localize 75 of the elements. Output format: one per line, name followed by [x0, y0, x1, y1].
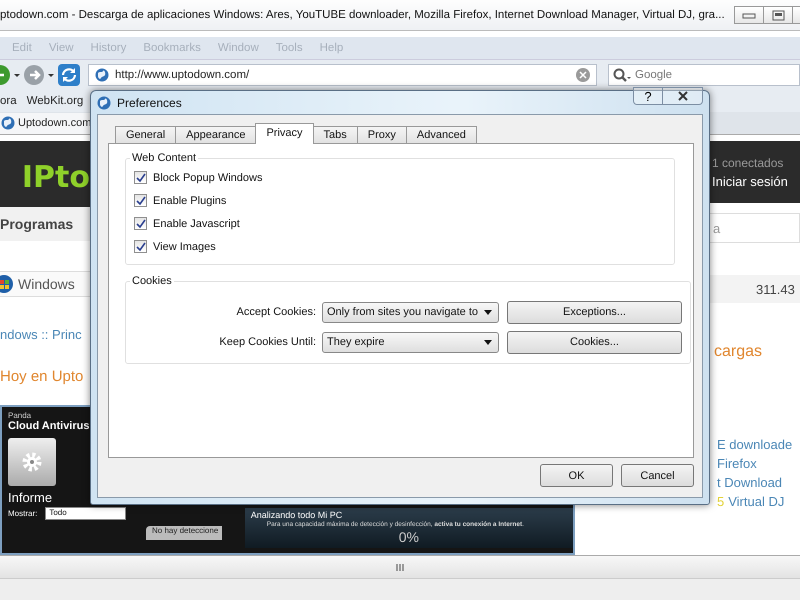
maximize-button[interactable] [763, 6, 793, 24]
section-title: Informe [8, 490, 54, 505]
download-link[interactable]: 5 Virtual DJ [717, 494, 784, 509]
minimize-button[interactable] [734, 6, 764, 24]
check-icon [136, 242, 146, 252]
button[interactable]: OK [540, 464, 613, 487]
online-count: 1 conectados [712, 156, 784, 170]
dropdown[interactable]: They expire [322, 332, 499, 352]
brand-label: Panda [8, 411, 32, 420]
clear-icon[interactable] [576, 68, 590, 82]
globe-icon [1, 116, 15, 130]
caret-icon[interactable] [14, 74, 20, 76]
dropdown[interactable]: Todo [45, 507, 126, 520]
caret-icon [484, 310, 492, 314]
product-name: Cloud Antivirus [8, 420, 90, 432]
site-logo: IPto [22, 160, 90, 195]
checkbox-label: Block Popup Windows [153, 172, 262, 184]
search-icon [613, 68, 631, 82]
scroll-bar[interactable] [0, 555, 800, 578]
tab[interactable]: Tabs [312, 126, 358, 143]
close-icon [676, 90, 688, 102]
tab[interactable]: Proxy [356, 126, 407, 143]
dialog-title: Preferences [117, 96, 183, 110]
dropdown[interactable]: Only from sites you navigate to [322, 302, 499, 322]
button[interactable]: Cancel [621, 464, 694, 487]
category-tab[interactable]: Windows [0, 271, 92, 297]
minimize-icon [742, 11, 756, 19]
window-title: ptodown.com - Descarga de aplicaciones Windows: Ares, YouTUBE downloader, Mozilla Firefox, Internet Download Manager, Virtual DJ, gra... [0, 9, 726, 21]
checkbox-label: Enable Plugins [153, 194, 226, 206]
bookmark-link[interactable]: WebKit.org [26, 95, 84, 107]
checkbox[interactable] [134, 240, 147, 253]
checkbox[interactable] [134, 217, 147, 230]
check-icon [136, 218, 146, 228]
field-label: Mostrar: [8, 509, 38, 518]
globe-icon [95, 68, 109, 82]
field-label: Accept Cookies: [236, 306, 317, 318]
checkbox-label: View Images [153, 240, 216, 252]
tab[interactable]: Advanced [406, 126, 477, 143]
button[interactable]: Exceptions... [507, 300, 682, 324]
help-button[interactable]: ? [633, 87, 663, 105]
nav-link[interactable]: Programas [0, 216, 74, 232]
globe-icon [97, 96, 111, 110]
check-icon [136, 196, 146, 206]
grip-icon[interactable] [396, 564, 404, 570]
breadcrumb-link[interactable]: ndows :: Princ [0, 327, 92, 342]
search-field[interactable]: Google [608, 64, 800, 86]
maximize-icon [772, 10, 784, 20]
download-link[interactable]: Firefox [717, 456, 757, 471]
group-title: Web Content [131, 152, 198, 164]
caret-icon[interactable] [48, 74, 54, 76]
count-label: 311.43 [708, 275, 800, 303]
group-title: Cookies [131, 275, 173, 287]
tab[interactable]: Privacy [255, 123, 314, 144]
address-field[interactable]: http://www.uptodown.com/ [88, 64, 597, 86]
caret-icon [484, 340, 492, 344]
field-label: Keep Cookies Until: [218, 336, 317, 348]
download-link[interactable]: t Download [717, 475, 782, 490]
checkbox-label: Enable Javascript [153, 218, 240, 230]
progress-percent: 0% [398, 529, 420, 545]
tab[interactable]: Appearance [175, 126, 256, 143]
checkbox[interactable] [134, 194, 147, 207]
checkbox[interactable] [134, 171, 147, 184]
close-button[interactable] [663, 87, 703, 105]
windows-logo-icon [0, 274, 14, 294]
bookmark-link[interactable]: ora [0, 95, 17, 107]
section-heading: Hoy en Upto [0, 368, 84, 385]
download-link[interactable]: E downloade [717, 437, 792, 452]
reload-button[interactable] [57, 63, 81, 87]
empty-message: No hay deteccione [146, 526, 222, 540]
panel-title: Analizando todo Mi PC [250, 510, 344, 520]
section-heading: cargas [713, 343, 764, 361]
check-icon [136, 172, 146, 182]
button[interactable]: Cookies... [507, 330, 682, 354]
login-link[interactable]: Iniciar sesión [712, 174, 800, 188]
tab[interactable]: General [115, 126, 176, 143]
